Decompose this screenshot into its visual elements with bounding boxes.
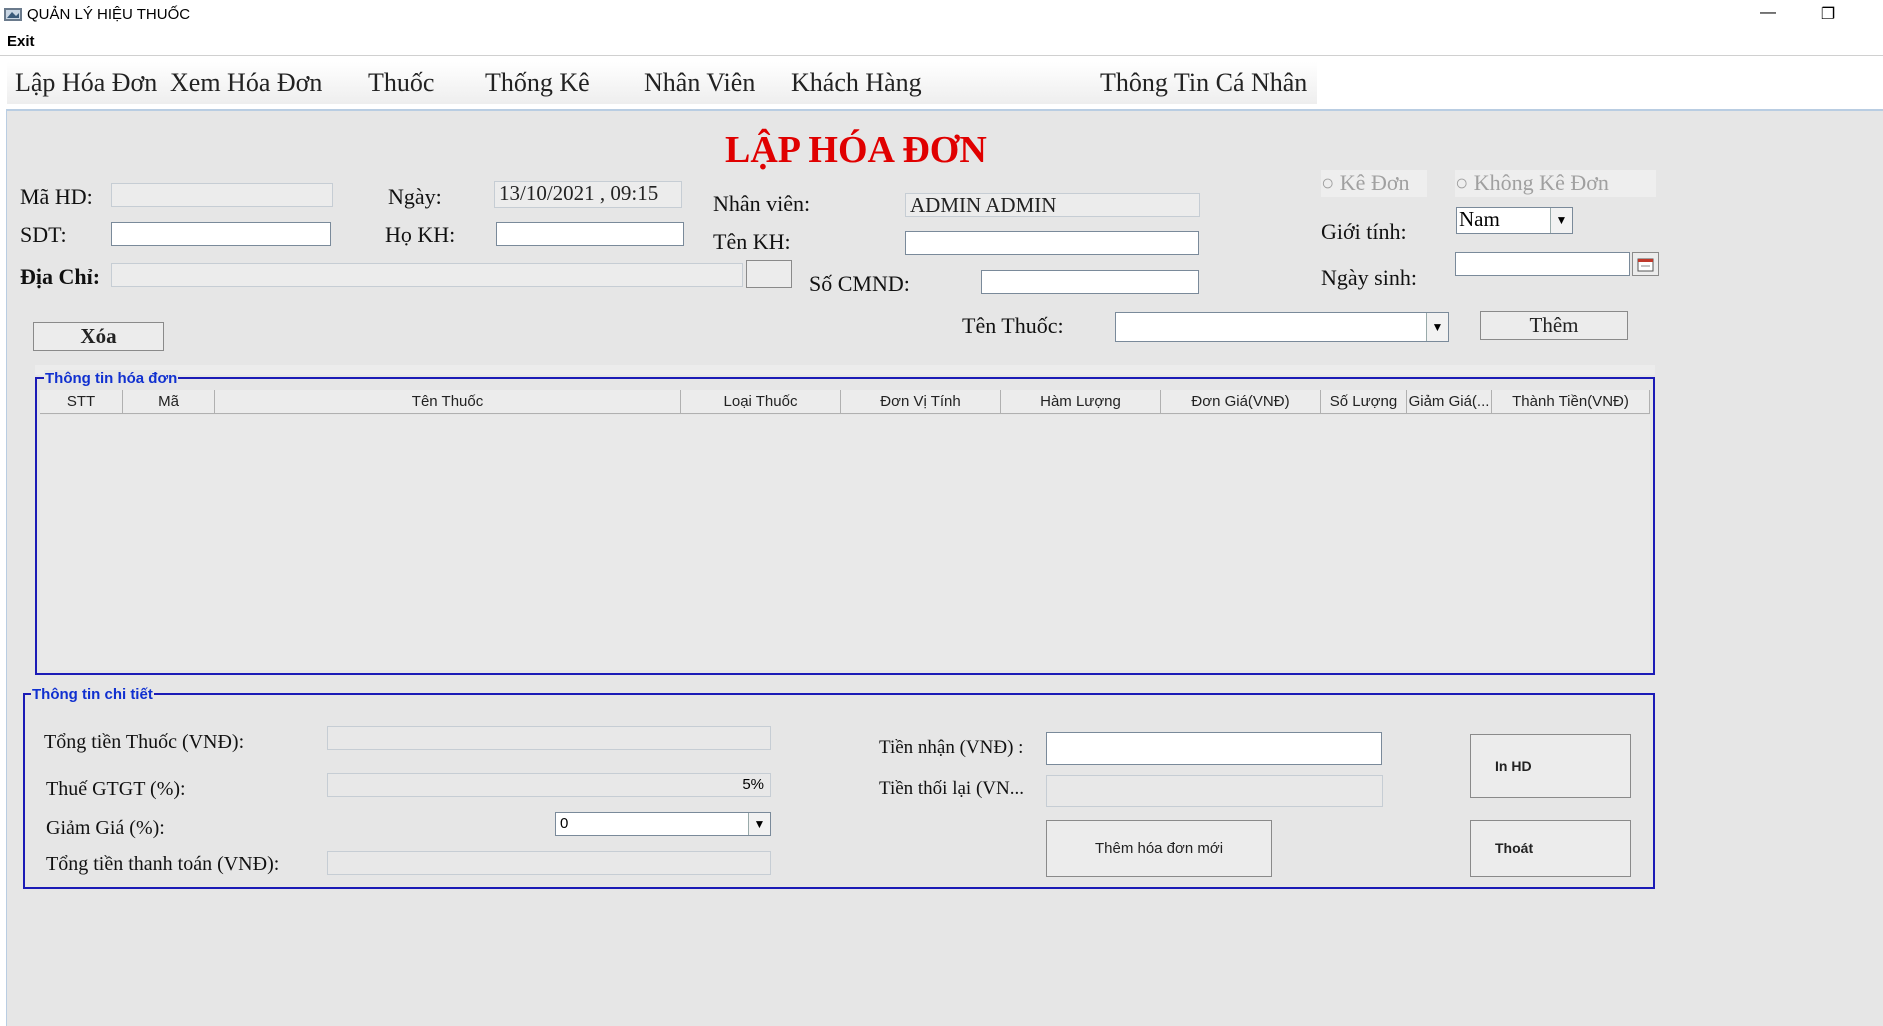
thoat-button[interactable]: Thoát bbox=[1470, 820, 1631, 877]
radio-circle-icon: ○ bbox=[1321, 170, 1335, 195]
so-cmnd-input[interactable] bbox=[981, 270, 1199, 294]
column-header[interactable]: STT bbox=[40, 390, 123, 414]
tien-nhan-label: Tiền nhận (VNĐ) : bbox=[879, 737, 1024, 758]
ngay-sinh-label: Ngày sinh: bbox=[1321, 265, 1417, 290]
dia-chi-label: Địa Chỉ: bbox=[20, 264, 101, 289]
tong-thanh-toan-field bbox=[327, 851, 771, 875]
nav-khach-hang[interactable]: Khách Hàng bbox=[791, 68, 922, 98]
ten-thuoc-combo[interactable]: ▼ bbox=[1115, 312, 1449, 342]
column-header[interactable]: Thành Tiền(VNĐ) bbox=[1492, 390, 1650, 414]
table-header: STT Mã Tên Thuốc Loại Thuốc Đơn Vị Tính … bbox=[40, 390, 1650, 414]
column-header[interactable]: Hàm Lượng bbox=[1001, 390, 1161, 414]
giam-gia-label: Giảm Giá (%): bbox=[46, 817, 165, 839]
calendar-icon[interactable] bbox=[1632, 252, 1659, 276]
column-header[interactable]: Tên Thuốc bbox=[215, 390, 681, 414]
tien-nhan-input[interactable] bbox=[1046, 732, 1382, 765]
tong-tien-thuoc-label: Tổng tiền Thuốc (VNĐ): bbox=[44, 731, 245, 753]
in-hd-button[interactable]: In HD bbox=[1470, 734, 1631, 798]
exit-menu[interactable]: Exit bbox=[7, 33, 35, 50]
invoice-table-title: Thông tin hóa đơn bbox=[44, 370, 179, 387]
chevron-down-icon[interactable]: ▼ bbox=[1550, 208, 1572, 233]
chevron-down-icon[interactable]: ▼ bbox=[1426, 313, 1448, 341]
ma-hd-field bbox=[111, 183, 333, 207]
nhan-vien-label: Nhân viên: bbox=[713, 191, 811, 216]
khong-ke-don-radio[interactable]: ○ Không Kê Đơn bbox=[1455, 170, 1656, 197]
nav-xem-hoa-don[interactable]: Xem Hóa Đơn bbox=[170, 68, 322, 98]
so-cmnd-label: Số CMND: bbox=[809, 271, 910, 296]
ke-don-label: Kê Đơn bbox=[1339, 170, 1410, 195]
giam-gia-value: 0 bbox=[560, 815, 569, 832]
tien-thoi-field bbox=[1046, 775, 1383, 807]
divider bbox=[0, 55, 1883, 56]
chevron-down-icon[interactable]: ▼ bbox=[748, 813, 770, 835]
nav-lap-hoa-don[interactable]: Lập Hóa Đơn bbox=[15, 68, 157, 98]
ten-thuoc-label: Tên Thuốc: bbox=[962, 313, 1064, 338]
sdt-label: SDT: bbox=[20, 222, 67, 247]
ngay-sinh-input[interactable] bbox=[1455, 252, 1630, 276]
ho-kh-input[interactable] bbox=[496, 222, 684, 246]
ngay-label: Ngày: bbox=[388, 184, 442, 209]
them-button[interactable]: Thêm bbox=[1480, 311, 1628, 340]
ten-kh-label: Tên KH: bbox=[713, 229, 791, 254]
minimize-button[interactable]: — bbox=[1753, 4, 1783, 26]
column-header[interactable]: Số Lượng bbox=[1321, 390, 1407, 414]
nav-thuoc[interactable]: Thuốc bbox=[368, 68, 434, 98]
title-bar bbox=[0, 0, 1883, 30]
column-header[interactable]: Mã bbox=[123, 390, 215, 414]
column-header[interactable]: Loại Thuốc bbox=[681, 390, 841, 414]
column-header[interactable]: Đơn Giá(VNĐ) bbox=[1161, 390, 1321, 414]
nav-thong-ke[interactable]: Thống Kê bbox=[485, 68, 590, 98]
table-top-strip bbox=[35, 365, 1655, 375]
nhan-vien-field: ADMIN ADMIN bbox=[905, 193, 1200, 217]
column-header[interactable]: Giảm Giá(... bbox=[1407, 390, 1492, 414]
tong-thanh-toan-label: Tổng tiền thanh toán (VNĐ): bbox=[46, 853, 280, 875]
tong-tien-thuoc-field bbox=[327, 726, 771, 750]
ten-kh-input[interactable] bbox=[905, 231, 1199, 255]
giam-gia-combo[interactable]: 0 ▼ bbox=[555, 812, 771, 836]
thue-gtgt-label: Thuế GTGT (%): bbox=[46, 778, 186, 800]
column-header[interactable]: Đơn Vị Tính bbox=[841, 390, 1001, 414]
details-title: Thông tin chi tiết bbox=[31, 686, 154, 703]
nav-nhan-vien[interactable]: Nhân Viên bbox=[644, 68, 755, 98]
restore-button[interactable]: ❐ bbox=[1813, 4, 1843, 26]
ke-don-radio[interactable]: ○ Kê Đơn bbox=[1321, 170, 1427, 197]
address-picker-button[interactable] bbox=[746, 260, 792, 288]
thue-gtgt-field: 5% bbox=[327, 773, 771, 797]
radio-circle-icon: ○ bbox=[1455, 170, 1469, 195]
dia-chi-field bbox=[111, 263, 743, 287]
menu-bar bbox=[0, 30, 1883, 55]
window-title: QUẢN LÝ HIỆU THUỐC bbox=[27, 6, 191, 23]
gioi-tinh-combo[interactable]: Nam ▼ bbox=[1456, 207, 1573, 234]
nav-thong-tin-ca-nhan[interactable]: Thông Tin Cá Nhân bbox=[1100, 68, 1307, 98]
table-body[interactable] bbox=[40, 415, 1650, 670]
ho-kh-label: Họ KH: bbox=[385, 222, 456, 247]
sdt-input[interactable] bbox=[111, 222, 331, 246]
page-title: LẬP HÓA ĐƠN bbox=[725, 129, 987, 171]
ngay-field: 13/10/2021 , 09:15 bbox=[494, 181, 682, 208]
app-icon bbox=[3, 5, 23, 23]
ma-hd-label: Mã HD: bbox=[20, 184, 93, 209]
khong-ke-don-label: Không Kê Đơn bbox=[1473, 170, 1609, 195]
gioi-tinh-value: Nam bbox=[1459, 207, 1500, 231]
tien-thoi-label: Tiền thối lại (VN... bbox=[879, 778, 1024, 799]
xoa-button[interactable]: Xóa bbox=[33, 322, 164, 351]
gioi-tinh-label: Giới tính: bbox=[1321, 219, 1407, 244]
them-hoa-don-moi-button[interactable]: Thêm hóa đơn mới bbox=[1046, 820, 1272, 877]
